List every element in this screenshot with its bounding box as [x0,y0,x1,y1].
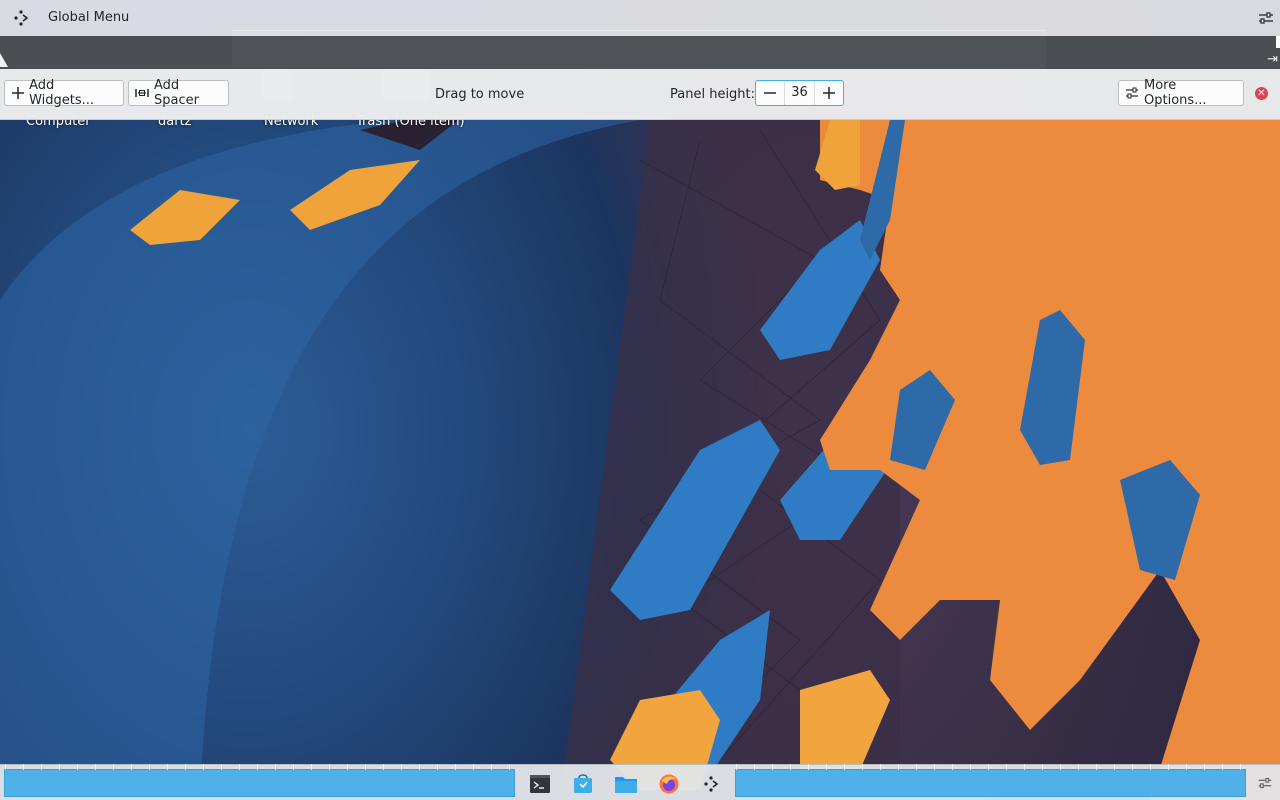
spacer-ruler-ticks [5,764,514,770]
spacer-ruler-ticks [736,764,1245,770]
panel-width-slider[interactable] [232,30,1046,72]
configure-icon [1125,86,1139,100]
task-panel [0,764,1280,800]
file-manager-icon[interactable] [614,772,638,796]
max-length-handle[interactable] [1276,36,1280,48]
terminal-icon[interactable] [528,772,552,796]
panel-spacer-right[interactable] [735,764,1246,797]
panel-height-label: Panel height: [670,87,756,102]
panel-config-toolbar: Add Widgets... Add Spacer Drag to move P… [0,69,1280,120]
firefox-icon[interactable] [657,772,681,796]
panel-height-spinbox[interactable]: 36 [755,80,844,106]
panel-config-icon[interactable] [1256,8,1276,28]
increase-height-button[interactable] [815,81,843,105]
minus-icon [764,92,776,94]
add-widgets-label: Add Widgets... [29,78,95,108]
add-spacer-button[interactable]: Add Spacer [128,78,229,108]
plus-icon [11,86,24,100]
drag-to-move-handle[interactable]: Drag to move [435,87,524,102]
offset-arrow-icon[interactable]: ⇥ [1267,52,1278,67]
discover-store-icon[interactable] [571,772,595,796]
min-length-handle-icon[interactable] [0,53,10,67]
application-launcher-icon[interactable] [700,772,724,796]
bottom-panel-config-icon[interactable] [1256,774,1274,792]
more-options-button[interactable]: More Options... [1118,78,1244,108]
panel-spacer-left[interactable] [4,764,515,797]
add-spacer-label: Add Spacer [154,78,199,108]
wallpaper-art [0,113,1280,800]
decrease-height-button[interactable] [756,81,784,105]
desktop-wallpaper [0,0,1280,800]
more-options-label: More Options... [1144,78,1207,108]
close-icon[interactable]: ✕ [1255,87,1268,100]
panel-ruler[interactable] [0,30,1280,72]
add-widgets-button[interactable]: Add Widgets... [4,78,124,108]
global-menu-title[interactable]: Global Menu [48,10,129,25]
kde-menu-icon[interactable] [12,8,32,28]
plus-icon [823,87,835,99]
spacer-icon [135,86,149,100]
panel-height-value[interactable]: 36 [784,81,815,105]
